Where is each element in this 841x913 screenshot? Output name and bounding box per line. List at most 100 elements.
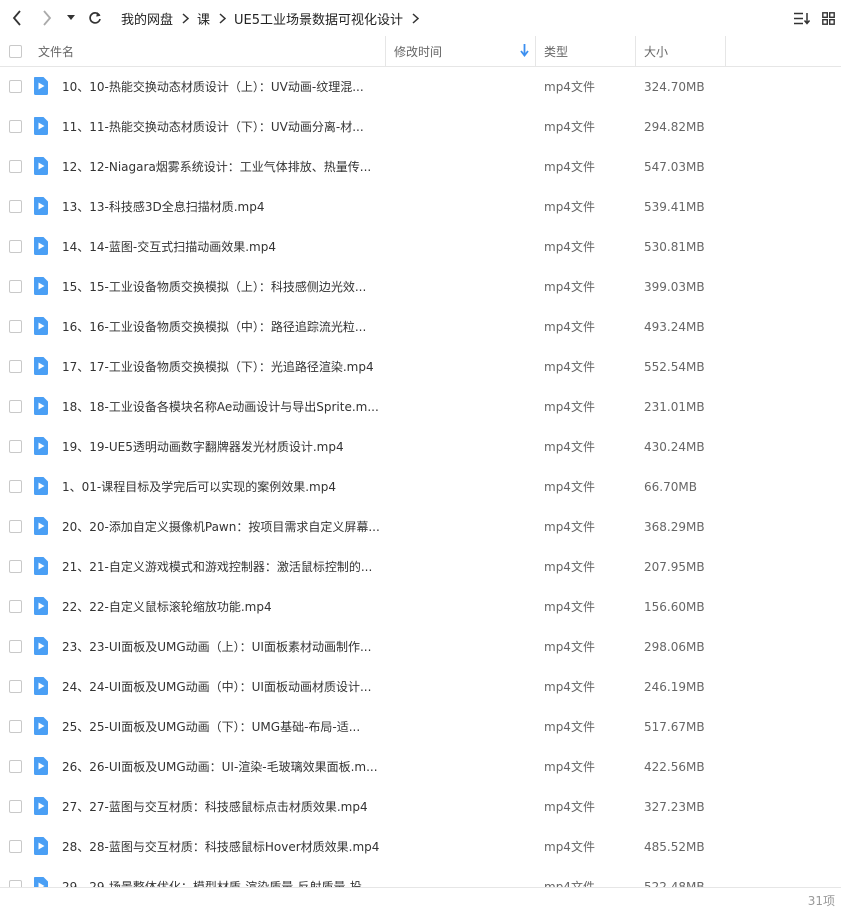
column-divider[interactable] — [535, 36, 536, 66]
file-size: 530.81MB — [644, 240, 705, 254]
file-name[interactable]: 12、12-Niagara烟雾系统设计：工业气体排放、热量传... — [62, 147, 371, 187]
row-checkbox[interactable] — [9, 840, 22, 853]
breadcrumb-item-course[interactable]: 课 — [194, 9, 213, 28]
column-divider[interactable] — [725, 36, 726, 66]
row-checkbox[interactable] — [9, 800, 22, 813]
row-checkbox[interactable] — [9, 240, 22, 253]
file-row[interactable]: 15、15-工业设备物质交换模拟（上）：科技感侧边光效... mp4文件 399.0… — [0, 267, 841, 307]
row-checkbox[interactable] — [9, 400, 22, 413]
file-name[interactable]: 1、01-课程目标及学完后可以实现的案例效果.mp4 — [62, 467, 336, 507]
row-checkbox[interactable] — [9, 600, 22, 613]
column-header: 文件名 修改时间 类型 大小 — [0, 36, 841, 67]
file-row[interactable]: 10、10-热能交换动态材质设计（上）：UV动画-纹理混... mp4文件 324.… — [0, 67, 841, 107]
file-name[interactable]: 26、26-UI面板及UMG动画：UI-渲染-毛玻璃效果面板.m... — [62, 747, 378, 787]
sort-button[interactable] — [789, 0, 815, 36]
row-checkbox[interactable] — [9, 680, 22, 693]
row-checkbox[interactable] — [9, 160, 22, 173]
column-divider[interactable] — [635, 36, 636, 66]
column-divider[interactable] — [385, 36, 386, 66]
column-header-size[interactable]: 大小 — [644, 36, 668, 66]
file-row[interactable]: 19、19-UE5透明动画数字翻牌器发光材质设计.mp4 mp4文件 430.24M… — [0, 427, 841, 467]
refresh-button[interactable] — [82, 0, 108, 36]
file-name[interactable]: 28、28-蓝图与交互材质：科技感鼠标Hover材质效果.mp4 — [62, 827, 379, 867]
file-row[interactable]: 21、21-自定义游戏模式和游戏控制器：激活鼠标控制的... mp4文件 207.9… — [0, 547, 841, 587]
file-row[interactable]: 24、24-UI面板及UMG动画（中）：UI面板动画材质设计... mp4文件 24… — [0, 667, 841, 707]
forward-button[interactable] — [34, 0, 60, 36]
file-type: mp4文件 — [544, 400, 595, 414]
row-checkbox[interactable] — [9, 280, 22, 293]
row-checkbox[interactable] — [9, 640, 22, 653]
file-size: 207.95MB — [644, 560, 705, 574]
row-checkbox[interactable] — [9, 320, 22, 333]
file-type: mp4文件 — [544, 440, 595, 454]
file-type: mp4文件 — [544, 280, 595, 294]
row-checkbox[interactable] — [9, 440, 22, 453]
file-row[interactable]: 13、13-科技感3D全息扫描材质.mp4 mp4文件 539.41MB — [0, 187, 841, 227]
video-file-icon — [33, 237, 48, 255]
file-name[interactable]: 29、29-场景整体优化：模型材质-渲染质量-反射质量-投... — [62, 867, 373, 887]
file-row[interactable]: 14、14-蓝图-交互式扫描动画效果.mp4 mp4文件 530.81MB — [0, 227, 841, 267]
file-name[interactable]: 21、21-自定义游戏模式和游戏控制器：激活鼠标控制的... — [62, 547, 372, 587]
view-mode-button[interactable] — [815, 0, 841, 36]
row-checkbox[interactable] — [9, 560, 22, 573]
video-file-icon — [33, 837, 48, 855]
column-header-time[interactable]: 修改时间 — [394, 36, 442, 66]
file-name[interactable]: 20、20-添加自定义摄像机Pawn：按项目需求自定义屏幕... — [62, 507, 380, 547]
row-checkbox[interactable] — [9, 880, 22, 887]
column-header-name[interactable]: 文件名 — [38, 36, 74, 66]
file-row[interactable]: 11、11-热能交换动态材质设计（下）：UV动画分离-材... mp4文件 294.… — [0, 107, 841, 147]
history-dropdown-button[interactable] — [62, 0, 80, 36]
file-row[interactable]: 17、17-工业设备物质交换模拟（下）：光追路径渲染.mp4 mp4文件 552.5… — [0, 347, 841, 387]
file-row[interactable]: 18、18-工业设备各模块名称Ae动画设计与导出Sprite.m... mp4文件… — [0, 387, 841, 427]
file-name[interactable]: 13、13-科技感3D全息扫描材质.mp4 — [62, 187, 265, 227]
breadcrumb-separator-icon — [176, 12, 194, 24]
file-row[interactable]: 16、16-工业设备物质交换模拟（中）：路径追踪流光粒... mp4文件 493.2… — [0, 307, 841, 347]
breadcrumb-item-root[interactable]: 我的网盘 — [118, 9, 176, 28]
file-size: 368.29MB — [644, 520, 705, 534]
chevron-left-icon — [12, 10, 21, 26]
column-header-type[interactable]: 类型 — [544, 36, 568, 66]
file-row[interactable]: 12、12-Niagara烟雾系统设计：工业气体排放、热量传... mp4文件 54… — [0, 147, 841, 187]
file-name[interactable]: 23、23-UI面板及UMG动画（上）：UI面板素材动画制作... — [62, 627, 371, 667]
file-name[interactable]: 11、11-热能交换动态材质设计（下）：UV动画分离-材... — [62, 107, 364, 147]
file-type: mp4文件 — [544, 880, 595, 887]
file-name[interactable]: 18、18-工业设备各模块名称Ae动画设计与导出Sprite.m... — [62, 387, 379, 427]
breadcrumb-item-current[interactable]: UE5工业场景数据可视化设计 — [231, 9, 406, 28]
file-size: 399.03MB — [644, 280, 705, 294]
file-name[interactable]: 10、10-热能交换动态材质设计（上）：UV动画-纹理混... — [62, 67, 364, 107]
file-name[interactable]: 15、15-工业设备物质交换模拟（上）：科技感侧边光效... — [62, 267, 366, 307]
row-checkbox[interactable] — [9, 80, 22, 93]
back-button[interactable] — [4, 0, 30, 36]
row-checkbox[interactable] — [9, 480, 22, 493]
row-checkbox[interactable] — [9, 120, 22, 133]
file-row[interactable]: 1、01-课程目标及学完后可以实现的案例效果.mp4 mp4文件 66.70MB — [0, 467, 841, 507]
file-name[interactable]: 17、17-工业设备物质交换模拟（下）：光追路径渲染.mp4 — [62, 347, 374, 387]
file-row[interactable]: 20、20-添加自定义摄像机Pawn：按项目需求自定义屏幕... mp4文件 368… — [0, 507, 841, 547]
file-type: mp4文件 — [544, 720, 595, 734]
file-name[interactable]: 22、22-自定义鼠标滚轮缩放功能.mp4 — [62, 587, 272, 627]
file-row[interactable]: 28、28-蓝图与交互材质：科技感鼠标Hover材质效果.mp4 mp4文件 485… — [0, 827, 841, 867]
file-row[interactable]: 22、22-自定义鼠标滚轮缩放功能.mp4 mp4文件 156.60MB — [0, 587, 841, 627]
select-all-checkbox[interactable] — [9, 36, 22, 66]
row-checkbox[interactable] — [9, 200, 22, 213]
file-name[interactable]: 14、14-蓝图-交互式扫描动画效果.mp4 — [62, 227, 276, 267]
row-checkbox[interactable] — [9, 520, 22, 533]
file-name[interactable]: 27、27-蓝图与交互材质：科技感鼠标点击材质效果.mp4 — [62, 787, 368, 827]
row-checkbox[interactable] — [9, 360, 22, 373]
file-row[interactable]: 27、27-蓝图与交互材质：科技感鼠标点击材质效果.mp4 mp4文件 327.23… — [0, 787, 841, 827]
item-count: 31项 — [807, 894, 835, 908]
file-name[interactable]: 16、16-工业设备物质交换模拟（中）：路径追踪流光粒... — [62, 307, 366, 347]
row-checkbox[interactable] — [9, 760, 22, 773]
file-size: 430.24MB — [644, 440, 705, 454]
video-file-icon — [33, 117, 48, 135]
row-checkbox[interactable] — [9, 720, 22, 733]
file-name[interactable]: 25、25-UI面板及UMG动画（下）：UMG基础-布局-适... — [62, 707, 360, 747]
file-name[interactable]: 24、24-UI面板及UMG动画（中）：UI面板动画材质设计... — [62, 667, 371, 707]
file-name[interactable]: 19、19-UE5透明动画数字翻牌器发光材质设计.mp4 — [62, 427, 344, 467]
video-file-icon — [33, 877, 48, 887]
breadcrumb: 我的网盘 课 UE5工业场景数据可视化设计 — [118, 9, 424, 28]
file-row[interactable]: 29、29-场景整体优化：模型材质-渲染质量-反射质量-投... mp4文件 522… — [0, 867, 841, 887]
file-row[interactable]: 26、26-UI面板及UMG动画：UI-渲染-毛玻璃效果面板.m... mp4文件… — [0, 747, 841, 787]
file-row[interactable]: 25、25-UI面板及UMG动画（下）：UMG基础-布局-适... mp4文件 51… — [0, 707, 841, 747]
file-row[interactable]: 23、23-UI面板及UMG动画（上）：UI面板素材动画制作... mp4文件 29… — [0, 627, 841, 667]
